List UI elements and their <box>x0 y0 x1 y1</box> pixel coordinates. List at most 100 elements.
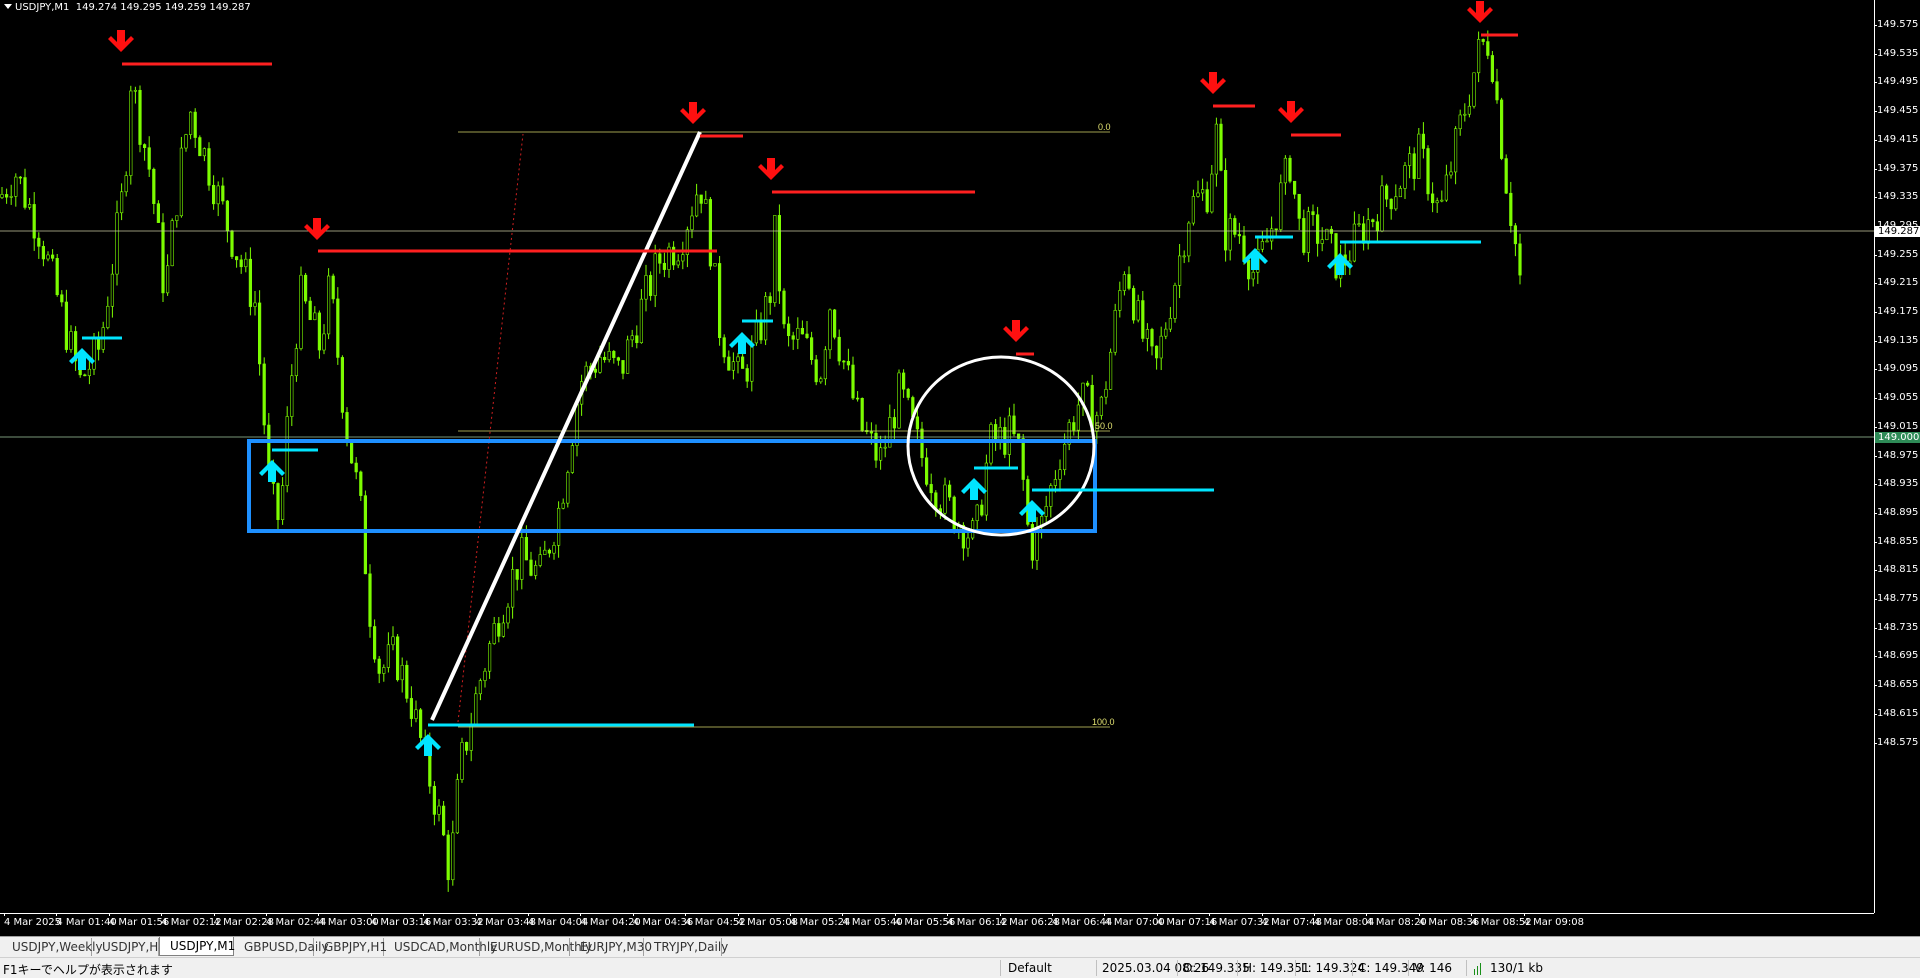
candle-body <box>533 565 538 576</box>
candle-body <box>520 537 524 580</box>
candle-body <box>1127 274 1131 289</box>
candle-body <box>1306 211 1310 253</box>
candle-body <box>69 331 73 350</box>
time-tick-label: 4 Mar 04:20 <box>580 913 641 928</box>
candle-body <box>262 363 266 426</box>
candle-body <box>1242 235 1246 261</box>
trend-line[interactable] <box>430 131 702 721</box>
candle-body <box>1375 221 1379 232</box>
candle-body <box>391 636 395 646</box>
candle-body <box>331 275 335 300</box>
price-tick-label: 149.095 <box>1873 363 1919 375</box>
time-tick-label: 4 Mar 07:00 <box>1104 913 1165 928</box>
candle-body <box>414 709 418 719</box>
candle-body <box>382 667 386 674</box>
chart-symbol-header: USDJPY,M1 149.274 149.295 149.259 149.28… <box>4 2 251 13</box>
dropdown-triangle-icon[interactable] <box>4 4 12 9</box>
candle-body <box>773 215 777 303</box>
candle-body <box>161 222 165 294</box>
candle-body <box>83 374 87 377</box>
candle-body <box>1104 389 1108 398</box>
time-tick-label: 4 Mar 06:44 <box>1052 913 1113 928</box>
candle-body <box>487 643 492 672</box>
candle-body <box>110 273 114 307</box>
candle-body <box>133 89 138 92</box>
candle-body <box>556 507 561 546</box>
chart-tab[interactable]: TRYJPY,Daily <box>644 938 728 956</box>
candle-body <box>1182 255 1186 258</box>
price-tick-label: 149.495 <box>1873 76 1919 88</box>
candle-body <box>37 237 41 247</box>
chart-tab[interactable]: USDJPY,Weekly <box>2 938 103 956</box>
candle-body <box>1159 335 1163 359</box>
price-tick-label: 148.975 <box>1873 449 1919 461</box>
candle-body <box>717 263 722 338</box>
candle-body <box>1274 228 1278 231</box>
chart-tab[interactable]: USDCAD,Monthly <box>384 938 497 956</box>
candle-body <box>1467 105 1471 115</box>
candle-body <box>308 300 312 321</box>
chart-tab[interactable]: GBPJPY,H1 <box>314 938 387 956</box>
chart-tab[interactable]: EURUSD,Monthly <box>480 938 592 956</box>
time-tick-label: 4 Mar 05:40 <box>842 913 903 928</box>
candle-body <box>1380 185 1384 232</box>
status-profile[interactable]: Default <box>1008 961 1052 975</box>
candle-body <box>478 680 483 695</box>
candle-body <box>920 428 924 459</box>
candle-body <box>363 495 368 575</box>
candle-body <box>386 644 391 668</box>
candle-body <box>1426 148 1430 195</box>
candle-body <box>607 351 611 361</box>
candle-body <box>115 212 119 275</box>
candle-body <box>1224 170 1228 251</box>
price-axis[interactable]: 149.575 149.535 149.495 149.455 149.415 149.3… <box>1873 0 1920 913</box>
candle-body <box>1007 415 1011 455</box>
time-axis[interactable]: 4 Mar 2025 4 Mar 01:40 4 Mar 01:56 4 Mar 02… <box>0 913 1874 936</box>
candle-body <box>998 426 1002 441</box>
chart-tab[interactable]: GBPUSD,Daily <box>234 938 329 956</box>
candle-body <box>828 309 832 351</box>
time-tick-label: 4 Mar 07:48 <box>1261 913 1322 928</box>
candle-body <box>230 230 234 257</box>
candle-body <box>1513 225 1517 245</box>
candle-body <box>740 356 745 369</box>
candle-body <box>1214 123 1218 175</box>
candle-body <box>704 199 708 204</box>
candle-body <box>1311 211 1315 216</box>
candle-body <box>221 185 225 202</box>
buy-signal-arrows <box>69 248 1353 756</box>
fib-level-50-label: 50.0 <box>1095 421 1113 431</box>
price-chart[interactable]: 0.0 50.0 100.0 <box>0 0 1874 913</box>
candle-body <box>138 89 142 145</box>
candle-body <box>216 185 220 205</box>
time-tick-label: 4 Mar 04:52 <box>685 913 746 928</box>
candle-body <box>796 327 800 340</box>
candle-body <box>170 220 174 267</box>
status-help-text: F1キーでヘルプが表示されます <box>3 963 173 977</box>
candle-body <box>612 351 616 358</box>
candle-body <box>349 439 354 464</box>
time-tick-label: 4 Mar 02:44 <box>266 913 327 928</box>
chart-tab[interactable]: EURJPY,M30 <box>570 938 652 956</box>
candle-body <box>929 484 933 494</box>
candle-body <box>50 254 55 259</box>
candle-body <box>1490 55 1494 82</box>
candle-body <box>989 424 993 464</box>
chart-area[interactable]: 0.0 50.0 100.0 USDJPY,M1 149.274 149.295… <box>0 0 1874 913</box>
candle-body <box>1412 153 1416 179</box>
candle-body <box>280 485 285 520</box>
price-tick-label: 148.695 <box>1873 650 1919 662</box>
candle-body <box>598 356 602 373</box>
candle-body <box>492 623 496 644</box>
chart-tab[interactable]: USDJPY,H4 <box>92 938 166 956</box>
candle-body <box>1168 318 1172 330</box>
candle-body <box>418 709 423 738</box>
candle-body <box>1219 123 1223 171</box>
candle-body <box>759 320 763 341</box>
candle-body <box>235 256 239 261</box>
candle-body <box>377 658 381 674</box>
candle-body <box>851 364 855 399</box>
time-tick-label: 4 Mar 06:12 <box>947 913 1008 928</box>
candle-body <box>800 327 804 335</box>
chart-tab[interactable]: USDJPY,M1 <box>159 937 235 956</box>
